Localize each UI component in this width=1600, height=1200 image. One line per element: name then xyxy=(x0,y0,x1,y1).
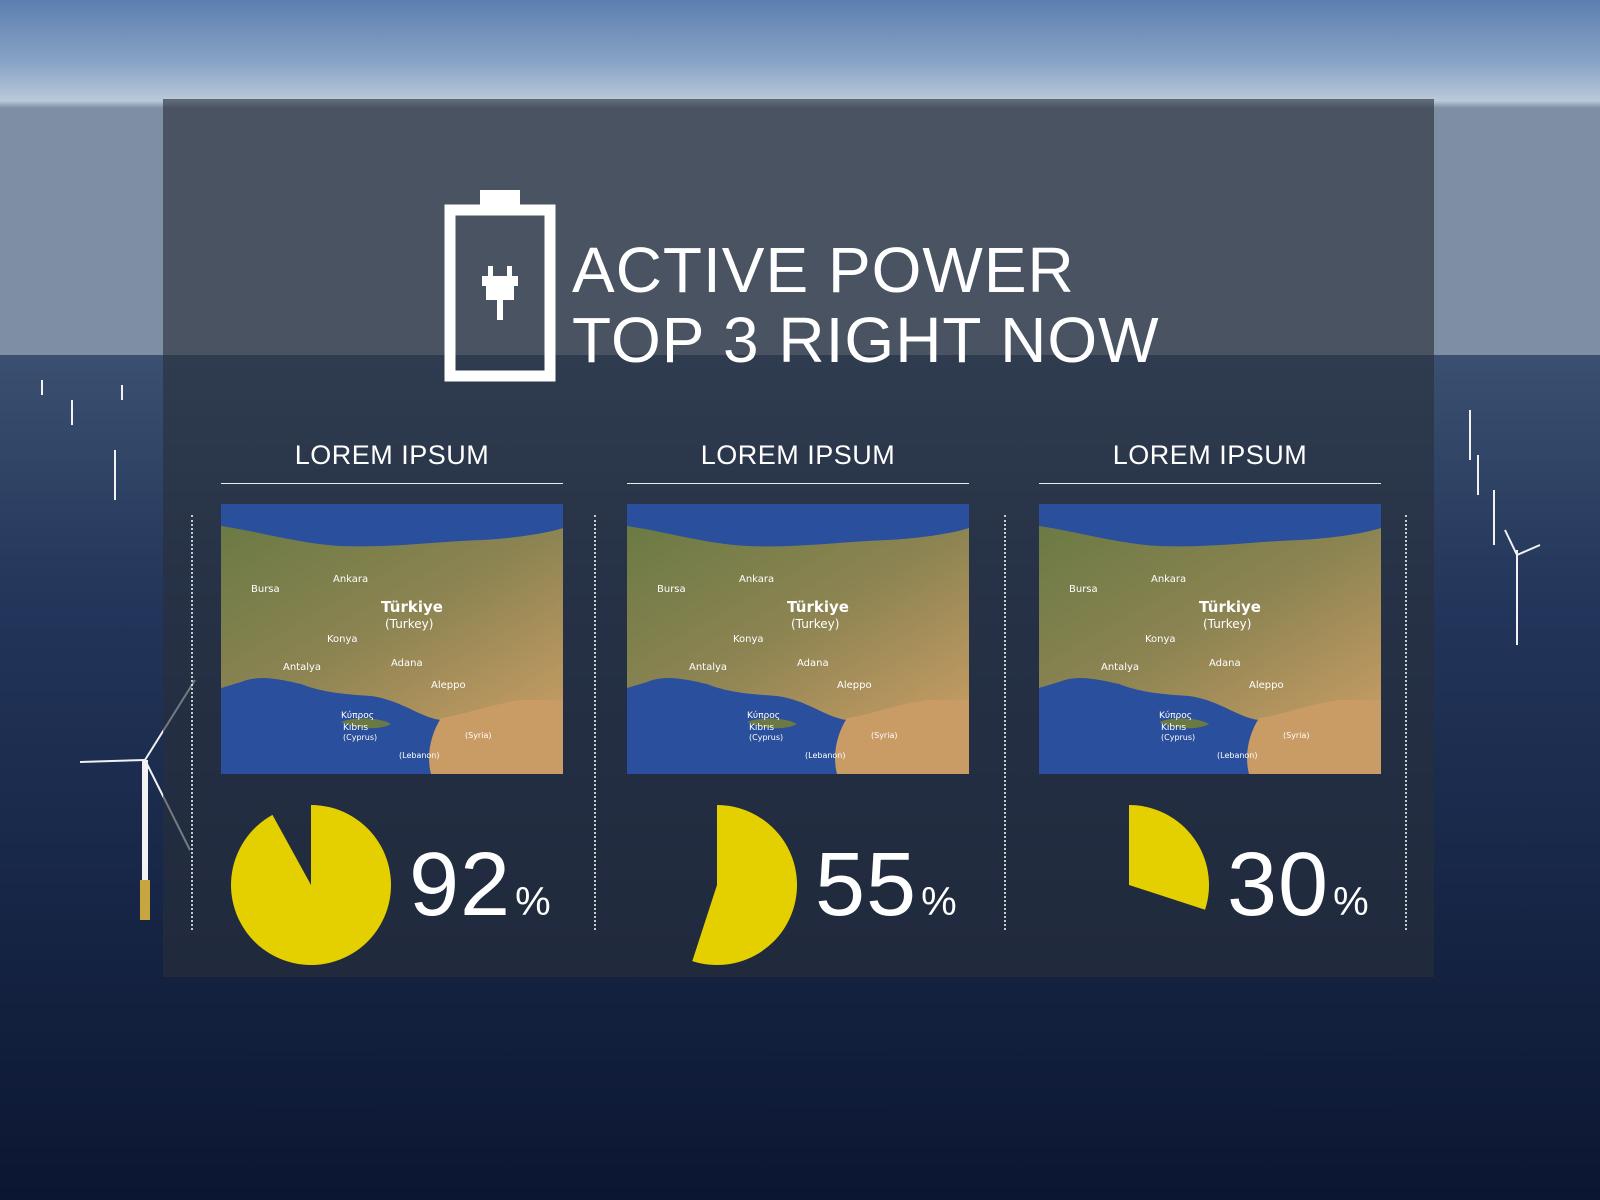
svg-text:Antalya: Antalya xyxy=(283,662,321,673)
column-divider xyxy=(1405,515,1407,930)
map-thumbnail[interactable]: Ankara Bursa Türkiye (Turkey) Konya Anta… xyxy=(627,504,969,774)
power-percent-label: 92% xyxy=(409,840,551,930)
svg-text:Κύπρος: Κύπρος xyxy=(747,710,780,721)
svg-text:Kıbrıs: Kıbrıs xyxy=(749,723,774,733)
percent-sign: % xyxy=(921,880,957,924)
battery-charging-icon xyxy=(444,190,556,382)
map-thumbnail[interactable]: Ankara Bursa Türkiye (Turkey) Konya Anta… xyxy=(1039,504,1381,774)
site-card-2: LOREM IPSUM Ankara Bursa Türkiye (Turkey… xyxy=(627,440,969,965)
svg-text:Aleppo: Aleppo xyxy=(431,680,466,691)
pie-slice xyxy=(231,805,392,965)
svg-text:(Turkey): (Turkey) xyxy=(1203,617,1251,631)
page-title-line1: ACTIVE POWER xyxy=(572,234,1075,306)
site-card-1: LOREM IPSUM Ankara Bursa Türkiye (Turkey… xyxy=(221,440,563,965)
percent-value: 55 xyxy=(815,835,918,935)
pie-slice xyxy=(1129,805,1209,910)
percent-value: 30 xyxy=(1227,835,1330,935)
map-thumbnail[interactable]: Ankara Bursa Türkiye (Turkey) Konya Anta… xyxy=(221,504,563,774)
power-percent-label: 30% xyxy=(1227,840,1369,930)
svg-text:Türkiye: Türkiye xyxy=(787,598,849,616)
svg-text:Bursa: Bursa xyxy=(1069,584,1098,595)
svg-text:Türkiye: Türkiye xyxy=(1199,598,1261,616)
svg-text:Antalya: Antalya xyxy=(689,662,727,673)
svg-text:Adana: Adana xyxy=(797,658,829,669)
power-percent-label: 55% xyxy=(815,840,957,930)
svg-text:(Cyprus): (Cyprus) xyxy=(749,733,783,742)
svg-text:Konya: Konya xyxy=(733,634,764,645)
svg-text:(Syria): (Syria) xyxy=(871,731,897,740)
svg-text:Konya: Konya xyxy=(1145,634,1176,645)
percent-sign: % xyxy=(515,880,551,924)
svg-text:Antalya: Antalya xyxy=(1101,662,1139,673)
svg-text:(Turkey): (Turkey) xyxy=(385,617,433,631)
svg-text:(Lebanon): (Lebanon) xyxy=(1217,751,1258,760)
page-title-line2: TOP 3 RIGHT NOW xyxy=(572,304,1160,376)
title-block: ACTIVE POWER TOP 3 RIGHT NOW xyxy=(444,190,1159,382)
svg-text:Kıbrıs: Kıbrıs xyxy=(343,723,368,733)
svg-text:(Cyprus): (Cyprus) xyxy=(343,733,377,742)
svg-text:Aleppo: Aleppo xyxy=(837,680,872,691)
svg-text:(Turkey): (Turkey) xyxy=(791,617,839,631)
svg-text:Türkiye: Türkiye xyxy=(381,598,443,616)
svg-text:Adana: Adana xyxy=(1209,658,1241,669)
svg-text:Κύπρος: Κύπρος xyxy=(1159,710,1192,721)
svg-text:Bursa: Bursa xyxy=(657,584,686,595)
svg-text:(Syria): (Syria) xyxy=(1283,731,1309,740)
power-pie-chart xyxy=(692,805,798,965)
svg-text:Bursa: Bursa xyxy=(251,584,280,595)
site-card-header: LOREM IPSUM xyxy=(1039,440,1381,484)
svg-text:Ankara: Ankara xyxy=(1151,574,1186,585)
percent-sign: % xyxy=(1333,880,1369,924)
svg-text:(Lebanon): (Lebanon) xyxy=(399,751,440,760)
pie-slice xyxy=(692,805,798,965)
site-card-header: LOREM IPSUM xyxy=(221,440,563,484)
svg-text:(Syria): (Syria) xyxy=(465,731,491,740)
svg-text:Aleppo: Aleppo xyxy=(1249,680,1284,691)
svg-text:(Cyprus): (Cyprus) xyxy=(1161,733,1195,742)
site-card-header: LOREM IPSUM xyxy=(627,440,969,484)
svg-text:Ankara: Ankara xyxy=(333,574,368,585)
percent-value: 92 xyxy=(409,835,512,935)
column-divider xyxy=(594,515,596,930)
svg-text:Kıbrıs: Kıbrıs xyxy=(1161,723,1186,733)
power-pie-chart xyxy=(231,805,392,965)
site-card-3: LOREM IPSUM Ankara Bursa Türkiye (Turkey… xyxy=(1039,440,1381,930)
svg-text:Adana: Adana xyxy=(391,658,423,669)
power-pie-chart xyxy=(1129,805,1209,910)
svg-text:Κύπρος: Κύπρος xyxy=(341,710,374,721)
svg-text:Konya: Konya xyxy=(327,634,358,645)
column-divider xyxy=(191,515,193,930)
column-divider xyxy=(1004,515,1006,930)
svg-text:Ankara: Ankara xyxy=(739,574,774,585)
svg-text:(Lebanon): (Lebanon) xyxy=(805,751,846,760)
